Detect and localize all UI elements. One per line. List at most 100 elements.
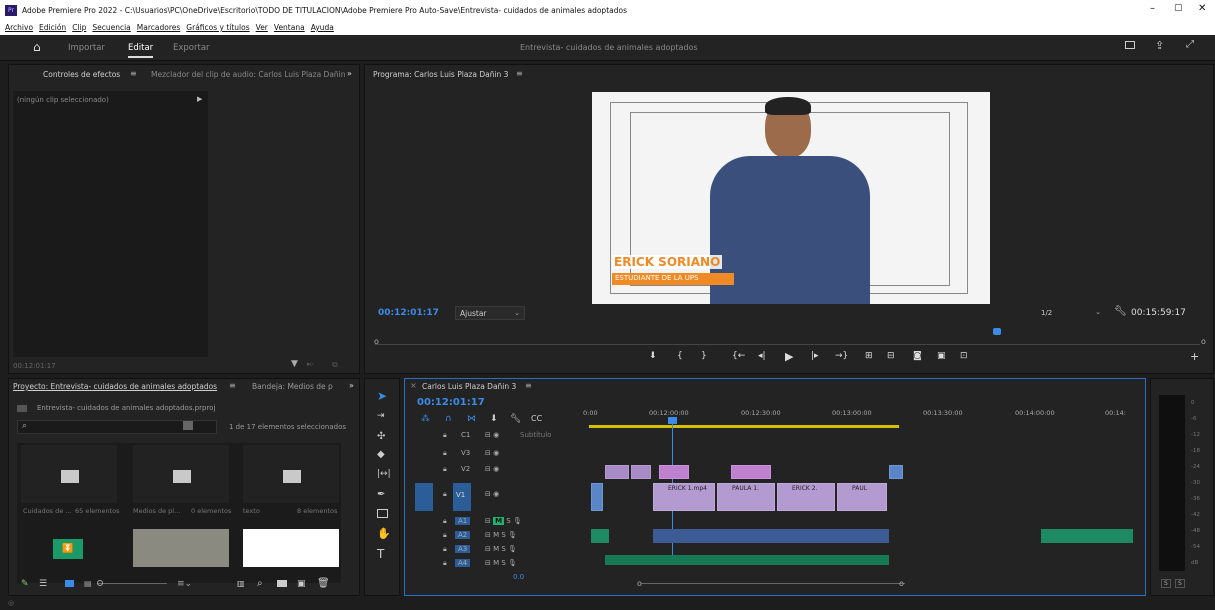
pen-tool-icon[interactable]: ✒ — [377, 489, 385, 500]
clip-a1-main[interactable] — [653, 529, 889, 543]
new-item-icon[interactable]: ▣ — [297, 579, 306, 589]
mute-solo[interactable]: ⊟ M S 🎙︎ — [485, 531, 517, 539]
clip-v2-2[interactable] — [631, 465, 651, 479]
menu-clip[interactable]: Clip — [72, 23, 86, 32]
tab-bin[interactable]: Bandeja: Medios de p — [252, 382, 333, 391]
track-select-tool-icon[interactable]: ⇥ — [377, 411, 385, 421]
type-tool-icon[interactable]: T — [377, 547, 384, 561]
clip-v1-paula1[interactable]: PAULA 1. — [717, 483, 775, 511]
mark-out-icon[interactable]: } — [701, 351, 707, 361]
menu-secuencia[interactable]: Secuencia — [92, 23, 130, 32]
icon-view-icon[interactable] — [65, 580, 74, 587]
home-icon[interactable]: ⌂ — [33, 40, 41, 54]
clip-v1-erick2[interactable]: ERICK 2. — [777, 483, 835, 511]
snap-icon[interactable]: ⁂ — [421, 414, 430, 424]
lock-icon[interactable]: 🔒︎ — [443, 545, 447, 554]
quick-export-icon[interactable] — [1125, 41, 1135, 49]
link-icon[interactable]: ⧉ — [332, 360, 338, 370]
export-frame-icon[interactable]: ▸▹ — [307, 360, 314, 368]
playhead-handle[interactable] — [668, 417, 677, 424]
list-view-icon[interactable]: ☰ — [39, 579, 47, 589]
lock-icon[interactable]: 🔒︎ — [443, 449, 447, 458]
play-icon[interactable]: ▶ — [785, 350, 793, 363]
bin-folder-3[interactable] — [243, 445, 339, 503]
menu-ventana[interactable]: Ventana — [274, 23, 305, 32]
mute-solo[interactable]: ⊟ M S 🎙︎ — [485, 559, 517, 567]
lock-icon[interactable]: 🔒︎ — [443, 517, 447, 526]
selection-tool-icon[interactable]: ➤ — [377, 389, 387, 403]
track-c1[interactable]: 🔒︎ C1 ⊟ ◉ Subtítulo — [405, 431, 575, 445]
tab-exportar[interactable]: Exportar — [173, 43, 210, 53]
panel-menu-icon[interactable]: ≡ — [525, 381, 532, 390]
scrub-start-handle[interactable]: o — [374, 337, 379, 346]
sync-icon[interactable]: ⊟ ◉ — [485, 431, 499, 439]
clip-v2-1[interactable] — [605, 465, 629, 479]
lock-icon[interactable]: 🔒︎ — [443, 465, 447, 474]
clip-v2-4[interactable] — [731, 465, 771, 479]
go-to-in-icon[interactable]: {← — [732, 351, 745, 361]
expand-icon[interactable]: ▶ — [197, 95, 202, 103]
lift-icon[interactable]: ⊞ — [865, 351, 873, 361]
zoom-slider[interactable] — [97, 580, 167, 586]
clip-v2-5[interactable] — [889, 465, 903, 479]
tab-audio-mixer[interactable]: Mezclador del clip de audio: Carlos Luis… — [151, 70, 346, 79]
button-editor-icon[interactable]: ⊡ — [960, 351, 968, 361]
compare-icon[interactable]: ▣ — [937, 351, 946, 361]
close-tab-icon[interactable]: × — [410, 381, 417, 390]
maximize-button[interactable]: ▢ — [1174, 3, 1183, 13]
slip-tool-icon[interactable]: |↔| — [377, 469, 391, 479]
more-panels-icon[interactable]: » — [349, 381, 354, 390]
close-button[interactable]: ✕ — [1198, 3, 1206, 14]
panel-menu-icon[interactable]: ≡ — [229, 381, 236, 390]
menu-archivo[interactable]: Archivo — [5, 23, 33, 32]
ripple-edit-tool-icon[interactable]: ✣ — [377, 431, 385, 442]
trash-icon[interactable]: 🗑︎ — [317, 578, 330, 589]
fullscreen-icon[interactable]: ⤢ — [1186, 39, 1194, 50]
video-thumbnail-white[interactable] — [243, 529, 339, 567]
timeline-timecode[interactable]: 00:12:01:17 — [417, 397, 485, 408]
tab-editar[interactable]: Editar — [128, 43, 154, 58]
track-a3[interactable]: 🔒︎ A3 ⊟ M S 🎙︎ — [405, 545, 575, 559]
freeform-view-icon[interactable]: ▤ — [84, 579, 92, 588]
menu-ver[interactable]: Ver — [256, 23, 268, 32]
playhead-marker[interactable] — [993, 328, 1001, 335]
menu-ayuda[interactable]: Ayuda — [311, 23, 334, 32]
tab-effect-controls[interactable]: Controles de efectos — [43, 70, 120, 79]
lock-icon[interactable]: 🔒︎ — [443, 431, 447, 440]
sync-icon[interactable]: ⊟ ◉ — [485, 465, 499, 473]
clip-a1-start[interactable] — [591, 529, 609, 543]
track-a1[interactable]: 🔒︎ A1 ⊟ M S 🎙︎ — [405, 517, 575, 531]
add-button-icon[interactable]: + — [1190, 350, 1199, 363]
go-to-out-icon[interactable]: →} — [835, 351, 848, 361]
sync-icon[interactable]: ⊟ ◉ — [485, 490, 499, 498]
clip-a3-music[interactable] — [605, 555, 889, 565]
tab-importar[interactable]: Importar — [68, 43, 105, 53]
linked-selection-icon[interactable]: ∩ — [445, 414, 452, 424]
step-forward-icon[interactable]: |▸ — [811, 351, 819, 361]
menu-edicion[interactable]: Edición — [39, 23, 66, 32]
clip-v1-edge[interactable] — [591, 483, 603, 511]
track-v2[interactable]: 🔒︎ V2 ⊟ ◉ — [405, 465, 575, 479]
lock-icon[interactable]: 🔒︎ — [443, 559, 447, 568]
razor-tool-icon[interactable]: ◆ — [377, 449, 385, 460]
track-v3[interactable]: 🔒︎ V3 ⊟ ◉ — [405, 449, 575, 463]
minimize-button[interactable]: – — [1150, 3, 1155, 14]
find-icon[interactable]: ⌕ — [257, 578, 263, 589]
program-scrub-bar[interactable] — [375, 328, 1200, 345]
panel-menu-icon[interactable]: ≡ — [130, 69, 137, 78]
lock-icon[interactable]: 🔒︎ — [443, 490, 447, 499]
sync-icon[interactable]: ⊟ ◉ — [485, 449, 499, 457]
share-icon[interactable]: ⇪ — [1155, 39, 1164, 52]
rectangle-tool-icon[interactable] — [377, 509, 388, 518]
new-bin-from-search-icon[interactable] — [183, 421, 193, 430]
camera-icon[interactable]: ◙ — [913, 351, 922, 361]
new-bin-icon[interactable] — [277, 580, 287, 587]
quality-dropdown[interactable]: 1/2 ⌄ — [1037, 306, 1105, 320]
mute-solo[interactable]: ⊟ M S 🎙︎ — [485, 545, 517, 553]
menu-graficos[interactable]: Gráficos y títulos — [186, 23, 249, 32]
solo-right-button[interactable]: S — [1175, 579, 1185, 588]
clip-v1-paul[interactable]: PAUL — [837, 483, 887, 511]
scroll-handle-left[interactable]: o — [637, 579, 642, 588]
tab-project[interactable]: Proyecto: Entrevista- cuidados de animal… — [13, 382, 217, 391]
track-a4[interactable]: 🔒︎ A4 ⊟ M S 🎙︎ — [405, 559, 575, 573]
